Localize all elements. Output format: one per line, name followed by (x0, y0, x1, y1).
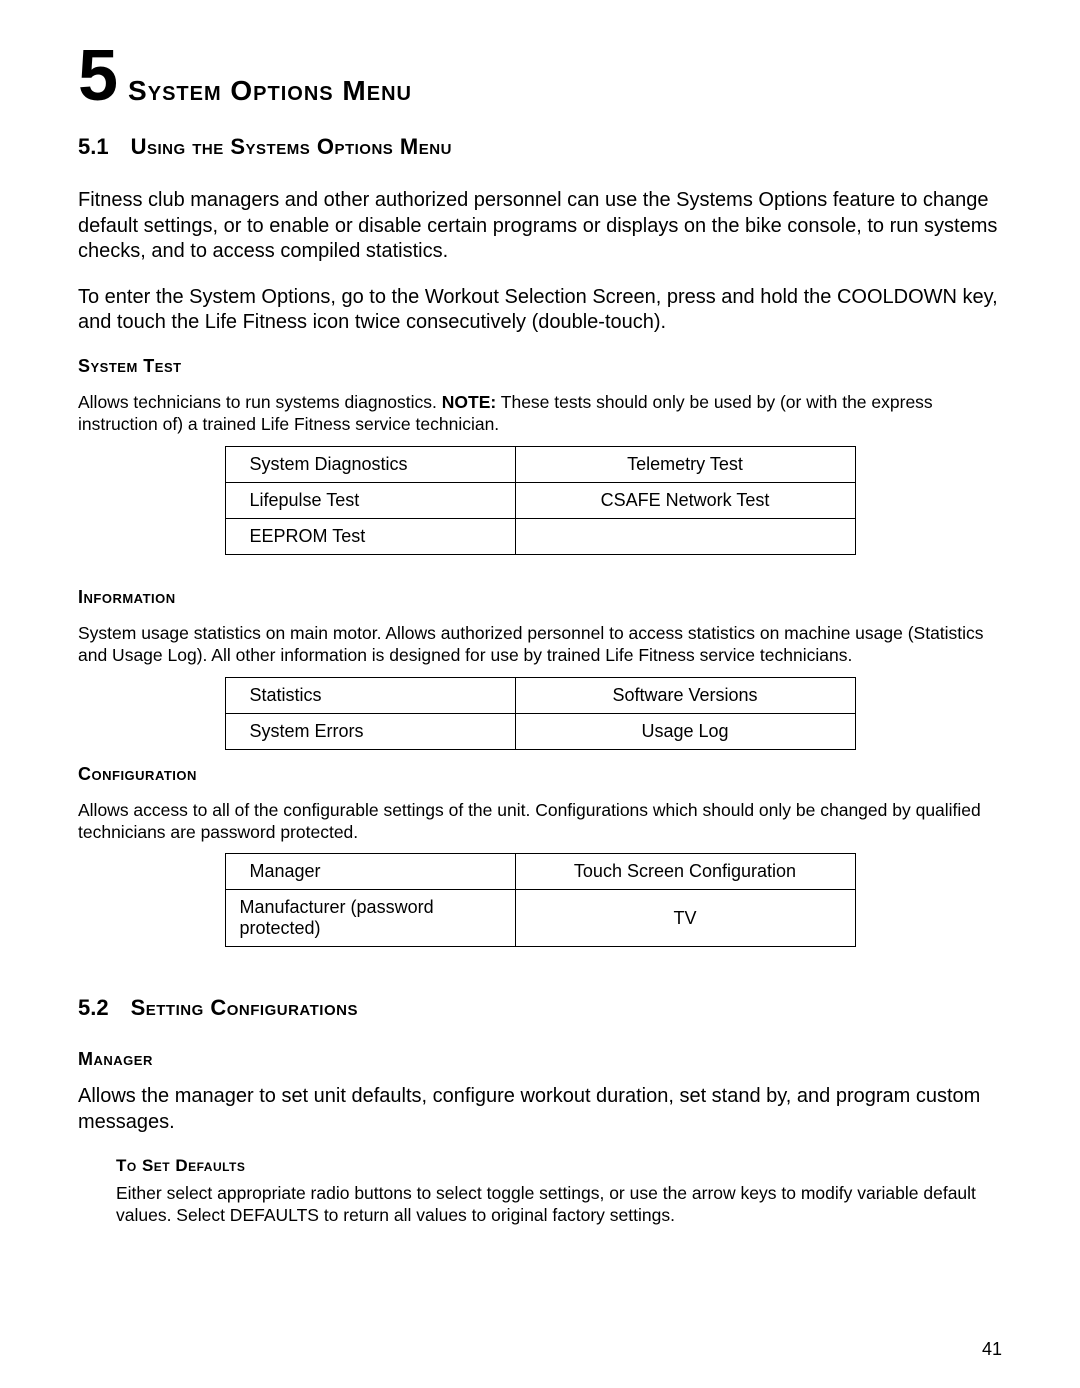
to-set-defaults-heading: To Set Defaults (116, 1156, 1002, 1176)
cell-right (515, 518, 855, 554)
section-number: 5.1 (78, 134, 109, 160)
system-test-table: System Diagnostics Telemetry Test Lifepu… (225, 446, 856, 555)
cell-right: Usage Log (515, 713, 855, 749)
section-52-header: 5.2 Setting Configurations (78, 995, 1002, 1021)
section-title: Setting Configurations (131, 995, 358, 1021)
manager-heading: Manager (78, 1049, 1002, 1070)
system-test-desc-pre: Allows technicians to run systems diagno… (78, 392, 442, 412)
cell-left: EEPROM Test (225, 518, 515, 554)
manager-description: Allows the manager to set unit defaults,… (78, 1084, 1002, 1135)
chapter-header: 5 System Options Menu (78, 40, 1002, 112)
cell-left: System Diagnostics (225, 446, 515, 482)
configuration-table: Manager Touch Screen Configuration Manuf… (225, 853, 856, 947)
cell-left: Manager (225, 854, 515, 890)
system-test-heading: System Test (78, 356, 1002, 377)
chapter-title: System Options Menu (128, 75, 412, 107)
cell-right: Touch Screen Configuration (515, 854, 855, 890)
information-description: System usage statistics on main motor. A… (78, 622, 1002, 667)
section-number: 5.2 (78, 995, 109, 1021)
chapter-number: 5 (78, 40, 118, 112)
to-set-defaults-description: Either select appropriate radio buttons … (116, 1182, 1002, 1227)
cell-right: Software Versions (515, 677, 855, 713)
table-row: System Errors Usage Log (225, 713, 855, 749)
intro-paragraph-1: Fitness club managers and other authoriz… (78, 188, 1002, 265)
intro-paragraph-2: To enter the System Options, go to the W… (78, 285, 1002, 336)
table-row: EEPROM Test (225, 518, 855, 554)
cell-left: Manufacturer (password protected) (225, 890, 515, 947)
table-row: Lifepulse Test CSAFE Network Test (225, 482, 855, 518)
note-label: NOTE: (442, 392, 496, 412)
cell-left: Lifepulse Test (225, 482, 515, 518)
table-row: Manager Touch Screen Configuration (225, 854, 855, 890)
page-number: 41 (982, 1339, 1002, 1360)
section-title: Using the Systems Options Menu (131, 134, 452, 160)
configuration-description: Allows access to all of the configurable… (78, 799, 1002, 844)
table-row: System Diagnostics Telemetry Test (225, 446, 855, 482)
configuration-heading: Configuration (78, 764, 1002, 785)
cell-right: CSAFE Network Test (515, 482, 855, 518)
table-row: Statistics Software Versions (225, 677, 855, 713)
cell-right: Telemetry Test (515, 446, 855, 482)
section-51-header: 5.1 Using the Systems Options Menu (78, 134, 1002, 160)
information-table: Statistics Software Versions System Erro… (225, 677, 856, 750)
table-row: Manufacturer (password protected) TV (225, 890, 855, 947)
cell-left: System Errors (225, 713, 515, 749)
cell-left: Statistics (225, 677, 515, 713)
system-test-description: Allows technicians to run systems diagno… (78, 391, 1002, 436)
cell-right: TV (515, 890, 855, 947)
information-heading: Information (78, 587, 1002, 608)
